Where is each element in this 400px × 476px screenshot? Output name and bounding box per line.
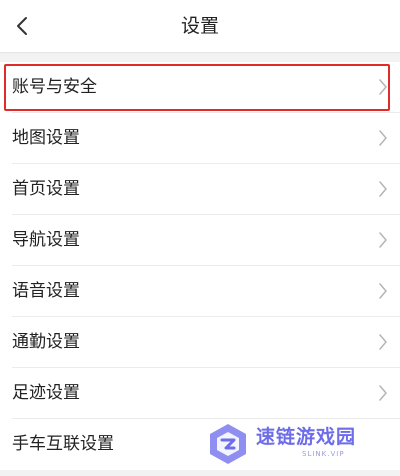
- chevron-right-icon: [379, 130, 387, 146]
- settings-item-label: 地图设置: [12, 128, 80, 148]
- settings-item-label: 首页设置: [12, 179, 80, 199]
- settings-item-account-security[interactable]: 账号与安全: [12, 62, 400, 113]
- settings-item-label: 足迹设置: [12, 383, 80, 403]
- chevron-right-icon: [379, 385, 387, 401]
- settings-item-label: 语音设置: [12, 281, 80, 301]
- settings-item-footprint[interactable]: 足迹设置: [12, 368, 400, 419]
- chevron-right-icon: [379, 181, 387, 197]
- chevron-right-icon: [379, 79, 387, 95]
- settings-item-map[interactable]: 地图设置: [12, 113, 400, 164]
- settings-item-label: 通勤设置: [12, 332, 80, 352]
- header-bar: 设置: [0, 0, 400, 53]
- settings-item-label: 导航设置: [12, 230, 80, 250]
- chevron-right-icon: [379, 334, 387, 350]
- settings-item-navigation[interactable]: 导航设置: [12, 215, 400, 266]
- chevron-right-icon: [379, 283, 387, 299]
- settings-item-label: 手车互联设置: [12, 434, 114, 454]
- watermark-subtext: SLINK.VIP: [302, 450, 345, 458]
- watermark: 速链游戏园 SLINK.VIP: [206, 418, 386, 470]
- watermark-logo-icon: [210, 424, 246, 464]
- settings-item-voice[interactable]: 语音设置: [12, 266, 400, 317]
- watermark-text: 速链游戏园: [256, 426, 357, 448]
- chevron-right-icon: [379, 232, 387, 248]
- page-title: 设置: [180, 15, 219, 37]
- settings-item-commute[interactable]: 通勤设置: [12, 317, 400, 368]
- settings-item-label: 账号与安全: [12, 77, 97, 97]
- settings-item-home[interactable]: 首页设置: [12, 164, 400, 215]
- settings-list: 账号与安全 地图设置 首页设置 导航设置 语音设置 通勤设置 足迹设置 手车互联…: [0, 62, 400, 470]
- settings-screen: 设置 账号与安全 地图设置 首页设置 导航设置 语音设置 通勤设置 足迹设置 手…: [0, 0, 400, 476]
